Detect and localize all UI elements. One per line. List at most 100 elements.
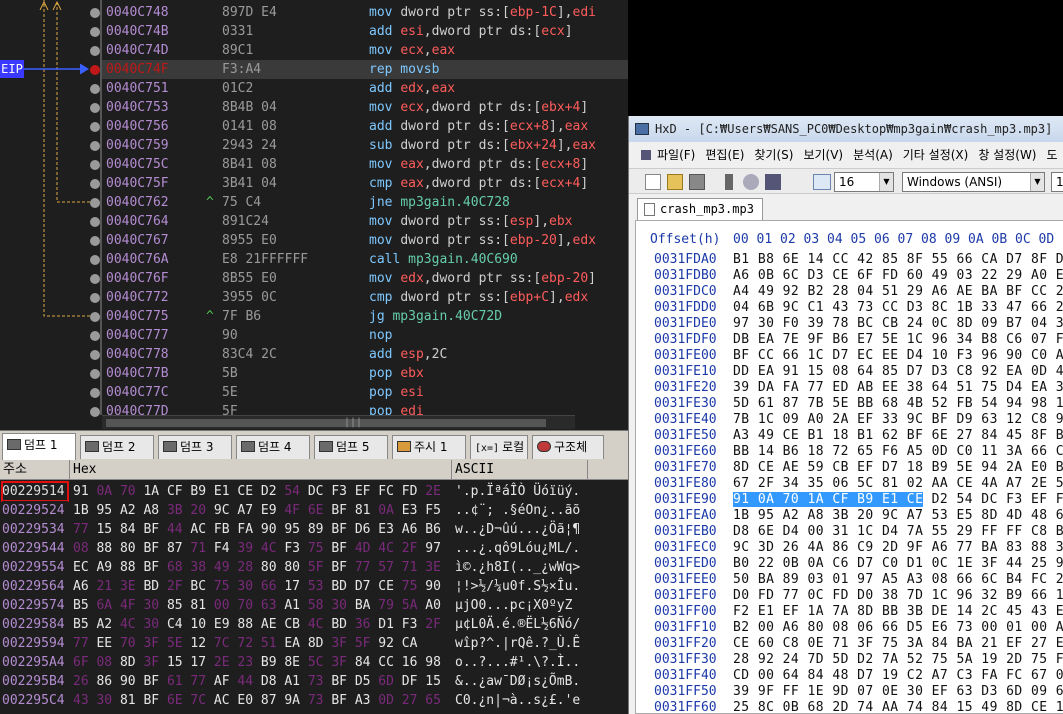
breakpoint-marker[interactable] [90,103,100,113]
row-bytes[interactable]: 1B 95 A2 A8 3B 20 9C A7 53 E5 8D 4D 48 6… [733,508,1063,524]
scrollbar-thumb[interactable] [106,419,546,427]
dump-row[interactable]: 00229594 77 EE 70 3F 5E 12 7C 72 51 EA 8D… [0,634,628,653]
hex-row[interactable]: 0031FEF0 D0 FD 77 0C FD D0 38 7D 1C 96 32… [636,588,1063,604]
dump-row[interactable]: 002295B4 26 86 90 BF 61 77 AF 44 D8 A1 73… [0,672,628,691]
hex-row[interactable]: 0031FEC0 9C 3D 26 4A 86 C9 2D 9F A6 77 BA… [636,540,1063,556]
breakpoint-marker[interactable] [90,407,100,417]
hex-row[interactable]: 0031FE40 7B 1C 09 A0 2A EF 33 9C BF D9 63… [636,412,1063,428]
instruction-row[interactable]: 0040C748 897D E4 mov dword ptr ss:[ebp-1C]… [102,3,628,22]
dump-hex[interactable]: 77 15 84 BF 44 AC FB FA 90 95 89 BF D6 E… [73,520,441,539]
dump-address[interactable]: 00229544 [2,539,68,558]
row-bytes[interactable]: B0 22 0B 0A C6 D7 C0 D1 0C 1E 3F 44 25 9… [733,556,1063,572]
instruction-row[interactable]: 0040C778 83C4 2C add esp,2C [102,345,628,364]
hex-row[interactable]: 0031FEB0 D8 6E D4 00 31 1C D4 7A 55 29 FF… [636,524,1063,540]
hex-row[interactable]: 0031FE60 BB 14 B6 18 72 65 F6 A5 0D C0 11… [636,444,1063,460]
row-bytes[interactable]: 8D CE AE 59 CB EF D7 18 B9 5E 94 2A E0 B… [733,460,1063,476]
dump-ascii[interactable]: ì©.¿h8I(.._¿wWq> [455,558,580,577]
row-bytes[interactable]: A6 0B 6C D3 CE 6F FD 60 49 03 22 29 A0 E… [733,268,1063,284]
new-file-icon[interactable] [645,174,661,190]
row-bytes[interactable]: 9C 3D 26 4A 86 C9 2D 9F A6 77 BA 83 88 3… [733,540,1063,556]
menu-item[interactable]: 보기(V) [803,148,843,162]
row-bytes[interactable]: 28 92 24 7D 5D D2 7A 52 75 5A 19 2D 75 F… [733,652,1063,668]
dump-row[interactable]: 00229514 91 0A 70 1A CF B9 E1 CE D2 54 DC… [0,481,628,502]
tab-4[interactable]: 덤프 4 [236,435,310,459]
row-bytes[interactable]: 39 DA FA 77 ED AB EE 38 64 51 75 D4 EA 3… [733,380,1063,396]
dump-hex[interactable]: 6F 08 8D 3F 15 17 2E 23 B9 8E 5C 3F 84 C… [73,653,441,672]
charset-select[interactable]: Windows (ANSI) ▼ [902,172,1045,192]
dump-row[interactable]: 00229554 EC A9 88 BF 68 38 49 28 80 80 5F… [0,558,628,577]
hex-row[interactable]: 0031FE00 BF CC 66 1C D7 EC EE D4 10 F3 96… [636,348,1063,364]
hex-row[interactable]: 0031FEA0 1B 95 A2 A8 3B 20 9C A7 53 E5 8D… [636,508,1063,524]
dump-row[interactable]: 002295C4 43 30 81 BF 6E 7C AC E0 87 9A 73… [0,691,628,710]
menu-item[interactable]: 분석(A) [853,148,893,162]
breakpoint-marker[interactable] [90,141,100,151]
hex-row[interactable]: 0031FDA0 B1 B8 6E 14 CC 42 85 8F 55 66 CA… [636,252,1063,268]
instruction-row[interactable]: 0040C756 0141 08 add dword ptr ds:[ecx+8],… [102,117,628,136]
breakpoint-marker[interactable] [90,46,100,56]
tab-7[interactable]: [x=] 로컬 [470,435,528,459]
row-bytes[interactable]: B1 B8 6E 14 CC 42 85 8F 55 66 CA D7 8F D… [733,252,1063,268]
row-bytes[interactable]: CE 60 C8 0E 71 3F 75 3A 84 BA 21 EF 27 E… [733,636,1063,652]
hxd-titlebar[interactable]: HxD - [C:₩Users₩SANS_PC0₩Desktop₩mp3gain… [629,116,1063,142]
row-bytes[interactable]: A3 49 CE B1 18 B1 62 BF 6E 27 84 45 8F B… [733,428,1063,444]
file-tab[interactable]: crash_mp3.mp3 [637,198,763,220]
tab-1[interactable]: 덤프 1 [2,433,76,461]
dump-ascii[interactable]: µjO0...pc¡X0ºyZ [455,596,572,615]
row-bytes[interactable]: DB EA 7E 9F B6 E7 5E 1C 96 34 B8 C6 07 F… [733,332,1063,348]
instruction-row[interactable]: 0040C75F 3B41 04 cmp eax,dword ptr ds:[ecx… [102,174,628,193]
dump-row[interactable]: 00229524 1B 95 A2 A8 3B 20 9C A7 E9 4F 6E… [0,501,628,520]
dump-address[interactable]: 002295C4 [2,691,68,710]
row-bytes[interactable]: 7B 1C 09 A0 2A EF 33 9C BF D9 63 12 C8 9… [733,412,1063,428]
row-bytes[interactable]: F2 E1 EF 1A 7A 8D BB 3B DE 14 2C 45 43 E… [733,604,1063,620]
row-bytes[interactable]: 5D 61 87 7B 5E BB 68 4B 52 FB 54 94 98 1… [733,396,1063,412]
save-icon[interactable] [689,174,705,190]
menu-item[interactable]: 편집(E) [705,148,744,162]
row-bytes[interactable]: 04 6B 9C C1 43 73 CC D3 8C 1B 33 47 66 2… [733,300,1063,316]
breakpoint-marker[interactable] [90,8,100,18]
dump-hex[interactable]: 1B 95 A2 A8 3B 20 9C A7 E9 4F 6E BF 81 0… [73,501,441,520]
ram-icon[interactable] [725,174,733,190]
menu-item[interactable]: 파일(F) [657,148,695,162]
hex-row[interactable]: 0031FF50 39 9F FF 1E 9D 07 0E 30 EF 63 D3… [636,684,1063,700]
dump-ascii[interactable]: ...¿.qô9Lóu¿ML/. [455,539,580,558]
col-hex[interactable]: Hex [70,460,452,480]
hex-row[interactable]: 0031FDD0 04 6B 9C C1 43 73 CC D3 8C 1B 33… [636,300,1063,316]
col-address[interactable]: 주소 [0,460,70,480]
hex-row[interactable]: 0031FE30 5D 61 87 7B 5E BB 68 4B 52 FB 54… [636,396,1063,412]
hex-row[interactable]: 0031FE50 A3 49 CE B1 18 B1 62 BF 6E 27 84… [636,428,1063,444]
instruction-row[interactable]: 0040C775 ^ 7F B6 jg mp3gain.40C72D [102,307,628,326]
hex-grid[interactable]: Offset(h) 00 01 02 03 04 05 06 07 08 09 0A 0B 0C 0D 0… [635,220,1063,714]
hex-row[interactable]: 0031FF60 25 8C 0B 68 2D 74 AA 74 84 15 49… [636,700,1063,713]
dump-hex[interactable]: EC A9 88 BF 68 38 49 28 80 80 5F BF 77 5… [73,558,441,577]
dump-ascii[interactable]: &..¿aw¯DØ¡s¿ÕmB. [455,672,580,691]
instruction-row[interactable]: 0040C762 ^ 75 C4 jne mp3gain.40C728 [102,193,628,212]
instruction-row[interactable]: 0040C76A E8 21FFFFFF call mp3gain.40C690 [102,250,628,269]
dump-row[interactable]: 002295A4 6F 08 8D 3F 15 17 2E 23 B9 8E 5C… [0,653,628,672]
instruction-row[interactable]: 0040C76F 8B55 E0 mov edx,dword ptr ss:[ebp… [102,269,628,288]
instruction-row[interactable]: 0040C764 891C24 mov dword ptr ss:[esp],ebx [102,212,628,231]
disassembly-pane[interactable]: EIP 0040C748 897D E4 mov dword ptr ss:[ebp… [0,0,628,430]
hex-row[interactable]: 0031FDB0 A6 0B 6C D3 CE 6F FD 60 49 03 22… [636,268,1063,284]
hex-row[interactable]: 0031FF00 F2 E1 EF 1A 7A 8D BB 3B DE 14 2C… [636,604,1063,620]
row-bytes[interactable]: 50 BA 89 03 01 97 A5 A3 08 66 6C B4 FC 2… [733,572,1063,588]
dump-row[interactable]: 00229544 08 88 80 BF 87 71 F4 39 4C F3 75… [0,539,628,558]
breakpoint-marker[interactable] [90,388,100,398]
row-bytes[interactable]: D8 6E D4 00 31 1C D4 7A 55 29 FF FF C8 B… [733,524,1063,540]
row-bytes[interactable]: CD 00 64 84 48 D7 19 C2 A7 C3 FA FC 67 0… [733,668,1063,684]
row-bytes[interactable]: DD EA 91 15 08 64 85 D7 D3 C8 92 EA 0D 4… [733,364,1063,380]
hex-row[interactable]: 0031FF40 CD 00 64 84 48 D7 19 C2 A7 C3 FA… [636,668,1063,684]
dump-row[interactable]: 00229564 A6 21 3E BD 2F BC 75 30 66 17 53… [0,577,628,596]
breakpoint-marker[interactable] [90,312,100,322]
dump-ascii[interactable]: ¦!>½/¼u0f.S½×Îu. [455,577,580,596]
breakpoint-marker[interactable] [90,350,100,360]
breakpoint-marker[interactable] [90,255,100,265]
dump-address[interactable]: 00229534 [2,520,68,539]
document-menu-icon[interactable] [641,150,651,160]
memory-dump-pane[interactable]: 주소 Hex ASCII 00229514 91 0A 70 1A CF B9 E… [0,460,628,714]
dump-address[interactable]: 00229564 [2,577,68,596]
dump-hex[interactable]: 91 0A 70 1A CF B9 E1 CE D2 54 DC F3 EF F… [73,482,441,501]
dump-hex[interactable]: A6 21 3E BD 2F BC 75 30 66 17 53 BD D7 C… [73,577,441,596]
tab-6[interactable]: 주시 1 [392,435,466,459]
hex-row[interactable]: 0031FE20 39 DA FA 77 ED AB EE 38 64 51 75… [636,380,1063,396]
dump-ascii[interactable]: o..?...#¹.\?.Ì.. [455,653,580,672]
